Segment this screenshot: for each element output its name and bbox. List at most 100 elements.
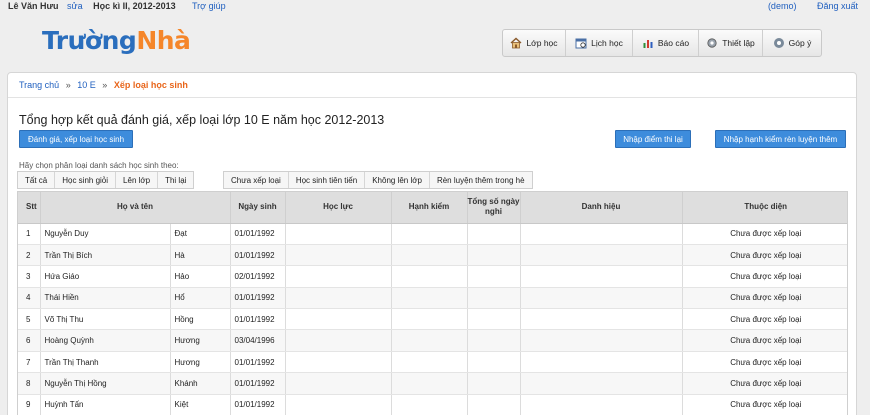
divider xyxy=(8,97,856,98)
cell-category: Chưa được xếp loại xyxy=(682,265,847,288)
filter-advanced[interactable]: Học sinh tiên tiến xyxy=(289,172,366,188)
cell-category: Chưa được xếp loại xyxy=(682,351,847,374)
filter-all[interactable]: Tất cả xyxy=(18,172,56,188)
cell-dob: 02/01/1992 xyxy=(230,265,286,288)
cell-stt: 6 xyxy=(18,329,41,352)
breadcrumb-separator: » xyxy=(102,80,108,90)
cell-conduct xyxy=(391,265,468,288)
cell-academic xyxy=(285,372,392,395)
cell-academic xyxy=(285,308,392,331)
nav-item-schedule[interactable]: Lịch học xyxy=(566,30,633,56)
cell-conduct xyxy=(391,372,468,395)
cell-conduct xyxy=(391,351,468,374)
cell-dob: 01/01/1992 xyxy=(230,308,286,331)
logout-link[interactable]: Đăng xuất xyxy=(817,1,858,11)
nav-item-settings[interactable]: Thiết lập xyxy=(699,30,763,56)
cell-category: Chưa được xếp loại xyxy=(682,372,847,395)
edit-profile-link[interactable]: sửa xyxy=(67,1,83,11)
cell-stt: 7 xyxy=(18,351,41,374)
cell-academic xyxy=(285,394,392,415)
header-stt[interactable]: Stt xyxy=(18,192,41,224)
cell-last-name: Hứa Giáo xyxy=(40,265,171,288)
header-category[interactable]: Thuộc diện xyxy=(682,192,847,224)
table-row[interactable]: 1 Nguyễn Duy Đạt 01/01/1992 Chưa được xếp lo… xyxy=(18,223,847,245)
cell-title xyxy=(520,372,683,395)
cell-category: Chưa được xếp loại xyxy=(682,244,847,267)
cell-dob: 01/01/1992 xyxy=(230,372,286,395)
cell-last-name: Trần Thị Bích xyxy=(40,244,171,267)
cell-title xyxy=(520,223,683,245)
cell-conduct xyxy=(391,244,468,267)
table-row[interactable]: 2 Trần Thị Bích Hà 01/01/1992 Chưa được xếp … xyxy=(18,244,847,267)
main-panel: Trang chủ » 10 E » Xếp loại học sinh Tổn… xyxy=(7,72,857,415)
header-academic[interactable]: Học lực xyxy=(285,192,392,224)
table-header-row: Stt Họ và tên Ngày sinh Học lực Hạnh kiể… xyxy=(18,192,847,224)
evaluate-students-button[interactable]: Đánh giá, xếp loại học sinh xyxy=(19,130,133,148)
nav-label: Lớp học xyxy=(526,38,558,48)
cell-absent-days xyxy=(467,244,521,267)
nav-item-reports[interactable]: Báo cáo xyxy=(633,30,699,56)
header-dob[interactable]: Ngày sinh xyxy=(230,192,286,224)
table-row[interactable]: 4 Thái Hiền Hổ 01/01/1992 Chưa được xếp loại xyxy=(18,287,847,310)
cell-academic xyxy=(285,223,392,245)
gear-icon xyxy=(706,37,718,49)
cell-dob: 01/01/1992 xyxy=(230,223,286,245)
cell-last-name: Trần Thị Thanh xyxy=(40,351,171,374)
cell-conduct xyxy=(391,329,468,352)
cell-dob: 01/01/1992 xyxy=(230,287,286,310)
filter-excellent[interactable]: Học sinh giỏi xyxy=(55,172,117,188)
table-row[interactable]: 3 Hứa Giáo Hảo 02/01/1992 Chưa được xếp loại xyxy=(18,265,847,288)
cell-last-name: Nguyễn Duy xyxy=(40,223,171,245)
cell-dob: 01/01/1992 xyxy=(230,351,286,374)
table-row[interactable]: 5 Võ Thị Thu Hồng 01/01/1992 Chưa được xếp l… xyxy=(18,308,847,331)
cell-stt: 5 xyxy=(18,308,41,331)
breadcrumb-home[interactable]: Trang chủ xyxy=(19,80,59,90)
cell-stt: 9 xyxy=(18,394,41,415)
cell-conduct xyxy=(391,308,468,331)
calendar-icon xyxy=(575,37,587,49)
demo-link[interactable]: (demo) xyxy=(768,1,797,11)
page-title: Tổng hợp kết quả đánh giá, xếp loại lớp … xyxy=(19,113,385,127)
filter-group-status: Chưa xếp loại Học sinh tiên tiến Không l… xyxy=(223,171,533,189)
bar-chart-icon xyxy=(642,37,654,49)
cell-title xyxy=(520,329,683,352)
cell-first-name: Kiệt xyxy=(170,394,231,415)
cell-absent-days xyxy=(467,329,521,352)
nav-item-classes[interactable]: Lớp học xyxy=(503,30,566,56)
help-link[interactable]: Trợ giúp xyxy=(192,1,226,11)
filter-hint: Hãy chọn phân loại danh sách học sinh th… xyxy=(19,161,179,170)
cell-conduct xyxy=(391,287,468,310)
nav-label: Lịch học xyxy=(591,38,623,48)
table-row[interactable]: 6 Hoàng Quỳnh Hương 03/04/1996 Chưa được xếp… xyxy=(18,329,847,352)
main-nav: Lớp học Lịch học Báo cáo Thiết lập Góp ý xyxy=(502,29,822,57)
cell-conduct xyxy=(391,223,468,245)
filter-retest[interactable]: Thi lại xyxy=(158,172,193,188)
table-row[interactable]: 7 Trần Thị Thanh Hương 01/01/1992 Chưa được … xyxy=(18,351,847,374)
cell-first-name: Hương xyxy=(170,329,231,352)
filter-summer-training[interactable]: Rèn luyện thêm trong hè xyxy=(430,172,532,188)
breadcrumb-current: Xếp loại học sinh xyxy=(113,80,188,90)
cell-absent-days xyxy=(467,308,521,331)
filter-group-results: Tất cả Học sinh giỏi Lên lớp Thi lại xyxy=(17,171,195,189)
breadcrumb-class[interactable]: 10 E xyxy=(77,80,96,90)
enter-conduct-training-button[interactable]: Nhập hạnh kiểm rèn luyện thêm xyxy=(715,130,846,148)
table-row[interactable]: 8 Nguyễn Thị Hồng Khánh 01/01/1992 Chưa được… xyxy=(18,372,847,395)
filter-not-promoted[interactable]: Không lên lớp xyxy=(365,172,430,188)
nav-label: Báo cáo xyxy=(657,38,690,48)
filter-promoted[interactable]: Lên lớp xyxy=(116,172,159,188)
site-logo[interactable]: TrườngNhà xyxy=(42,26,191,55)
header-absent-days[interactable]: Tổng số ngày nghỉ xyxy=(467,192,521,224)
header-title[interactable]: Danh hiệu xyxy=(520,192,683,224)
cell-stt: 1 xyxy=(18,223,41,245)
enter-retest-scores-button[interactable]: Nhập điểm thi lại xyxy=(615,130,691,148)
cell-absent-days xyxy=(467,394,521,415)
cell-title xyxy=(520,351,683,374)
cell-category: Chưa được xếp loại xyxy=(682,308,847,331)
filter-unclassified[interactable]: Chưa xếp loại xyxy=(224,172,289,188)
header-name[interactable]: Họ và tên xyxy=(40,192,231,224)
logo-part-2: Nhà xyxy=(136,26,191,55)
table-row[interactable]: 9 Huỳnh Tấn Kiệt 01/01/1992 Chưa được xếp lo… xyxy=(18,394,847,415)
nav-item-feedback[interactable]: Góp ý xyxy=(763,30,821,56)
header-conduct[interactable]: Hạnh kiểm xyxy=(391,192,468,224)
logo-part-1: Trường xyxy=(42,26,137,55)
